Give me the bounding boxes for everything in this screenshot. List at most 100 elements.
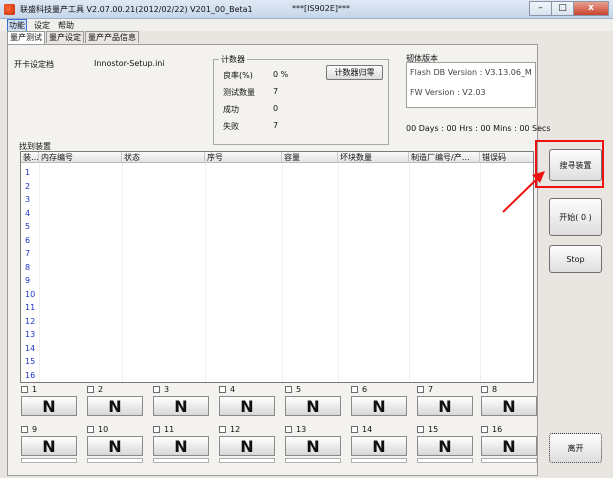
slot-button-3[interactable]: N [153, 396, 209, 416]
table-row[interactable]: 6 [25, 236, 30, 245]
tab-production-test[interactable]: 量产测试 [7, 31, 45, 44]
flash-db-version: Flash DB Version : V3.13.06_M [410, 68, 532, 77]
slot-progress-13 [285, 458, 341, 463]
table-row[interactable]: 8 [25, 263, 30, 272]
test-count-value: 7 [273, 87, 279, 96]
col-serial[interactable]: 序号 [205, 152, 282, 163]
slot-progress-15 [417, 458, 473, 463]
slot-button-1[interactable]: N [21, 396, 77, 416]
slot-label-9: 9 [32, 425, 38, 434]
yield-value: 0 % [273, 70, 289, 79]
slot-button-6[interactable]: N [351, 396, 407, 416]
slot-button-15[interactable]: N [417, 436, 473, 456]
success-label: 成功 [223, 105, 239, 114]
table-row[interactable]: 1 [25, 168, 30, 177]
slot-checkbox-5[interactable] [285, 386, 292, 393]
col-error-code[interactable]: 错误码 [480, 152, 533, 163]
slot-button-11[interactable]: N [153, 436, 209, 456]
slot-checkbox-8[interactable] [481, 386, 488, 393]
col-status[interactable]: 状态 [122, 152, 205, 163]
slot-label-1: 1 [32, 385, 38, 394]
slot-checkbox-1[interactable] [21, 386, 28, 393]
slot-button-8[interactable]: N [481, 396, 537, 416]
slot-progress-14 [351, 458, 407, 463]
slot-checkbox-16[interactable] [481, 426, 488, 433]
menu-settings[interactable]: 设定 [33, 20, 51, 31]
slot-label-6: 6 [362, 385, 368, 394]
table-row[interactable]: 14 [25, 344, 35, 353]
stop-button[interactable]: Stop [549, 245, 602, 273]
slot-button-14[interactable]: N [351, 436, 407, 456]
col-bad-blocks[interactable]: 坏块数量 [338, 152, 409, 163]
slot-checkbox-9[interactable] [21, 426, 28, 433]
slot-progress-16 [481, 458, 537, 463]
table-row[interactable]: 3 [25, 195, 30, 204]
slot-checkbox-15[interactable] [417, 426, 424, 433]
tab-product-info[interactable]: 量产产品信息 [85, 31, 139, 43]
slot-checkbox-2[interactable] [87, 386, 94, 393]
slot-checkbox-13[interactable] [285, 426, 292, 433]
slot-checkbox-7[interactable] [417, 386, 424, 393]
tab-production-settings[interactable]: 量产设定 [46, 31, 84, 43]
slot-label-12: 12 [230, 425, 241, 434]
slot-label-3: 3 [164, 385, 170, 394]
production-test-panel: 开卡设定档 Innostor-Setup.ini 计数器 良率(%) 0 % 测… [7, 44, 551, 476]
elapsed-time: 00 Days : 00 Hrs : 00 Mins : 00 Secs [406, 124, 551, 133]
slot-button-16[interactable]: N [481, 436, 537, 456]
slot-checkbox-4[interactable] [219, 386, 226, 393]
exit-button[interactable]: 离开 [549, 433, 602, 463]
slot-button-10[interactable]: N [87, 436, 143, 456]
counter-group: 计数器 良率(%) 0 % 测试数量 7 成功 0 失败 7 计数器归零 [213, 54, 389, 145]
table-row[interactable]: 12 [25, 317, 35, 326]
slot-checkbox-11[interactable] [153, 426, 160, 433]
slot-label-5: 5 [296, 385, 302, 394]
slot-label-15: 15 [428, 425, 439, 434]
firmware-box: Flash DB Version : V3.13.06_M FW Version… [406, 62, 536, 108]
reset-counter-button[interactable]: 计数器归零 [326, 65, 383, 80]
col-device[interactable]: 装… [21, 152, 39, 163]
slot-progress-12 [219, 458, 275, 463]
table-row[interactable]: 9 [25, 276, 30, 285]
col-memory-id[interactable]: 内存编号 [39, 152, 122, 163]
slot-button-9[interactable]: N [21, 436, 77, 456]
minimize-button[interactable]: – [529, 1, 551, 16]
table-row[interactable]: 15 [25, 357, 35, 366]
table-row[interactable]: 4 [25, 209, 30, 218]
slot-checkbox-12[interactable] [219, 426, 226, 433]
table-row[interactable]: 10 [25, 290, 35, 299]
slot-checkbox-14[interactable] [351, 426, 358, 433]
close-button[interactable]: x [573, 1, 609, 16]
col-manufacturer[interactable]: 制造厂编号/产… [409, 152, 480, 163]
table-row[interactable]: 5 [25, 222, 30, 231]
slot-progress-9 [21, 458, 77, 463]
devices-table[interactable]: 装… 内存编号 状态 序号 容量 坏块数量 制造厂编号/产… 错误码 1 2 3… [20, 151, 534, 383]
devices-table-header: 装… 内存编号 状态 序号 容量 坏块数量 制造厂编号/产… 错误码 [21, 152, 533, 163]
slot-button-12[interactable]: N [219, 436, 275, 456]
slot-checkbox-6[interactable] [351, 386, 358, 393]
slot-label-4: 4 [230, 385, 236, 394]
menu-help[interactable]: 帮助 [57, 20, 75, 31]
slot-button-4[interactable]: N [219, 396, 275, 416]
maximize-button[interactable]: □ [551, 1, 573, 16]
app-icon [4, 4, 15, 15]
slot-label-8: 8 [492, 385, 498, 394]
table-row[interactable]: 7 [25, 249, 30, 258]
tab-strip: 量产测试 量产设定 量产产品信息 [7, 31, 140, 44]
table-row[interactable]: 16 [25, 371, 35, 380]
slot-label-13: 13 [296, 425, 307, 434]
table-row[interactable]: 2 [25, 182, 30, 191]
slot-button-13[interactable]: N [285, 436, 341, 456]
slot-progress-11 [153, 458, 209, 463]
slot-button-5[interactable]: N [285, 396, 341, 416]
table-row[interactable]: 11 [25, 303, 35, 312]
table-row[interactable]: 13 [25, 330, 35, 339]
slot-button-7[interactable]: N [417, 396, 473, 416]
slot-label-7: 7 [428, 385, 434, 394]
title-bar: 联盛科技量产工具 V2.07.00.21(2012/02/22) V201_00… [0, 0, 613, 19]
slot-checkbox-3[interactable] [153, 386, 160, 393]
col-capacity[interactable]: 容量 [282, 152, 338, 163]
start-button[interactable]: 开始( 0 ) [549, 198, 602, 236]
open-card-label: 开卡设定档 [14, 60, 54, 69]
slot-checkbox-10[interactable] [87, 426, 94, 433]
slot-button-2[interactable]: N [87, 396, 143, 416]
